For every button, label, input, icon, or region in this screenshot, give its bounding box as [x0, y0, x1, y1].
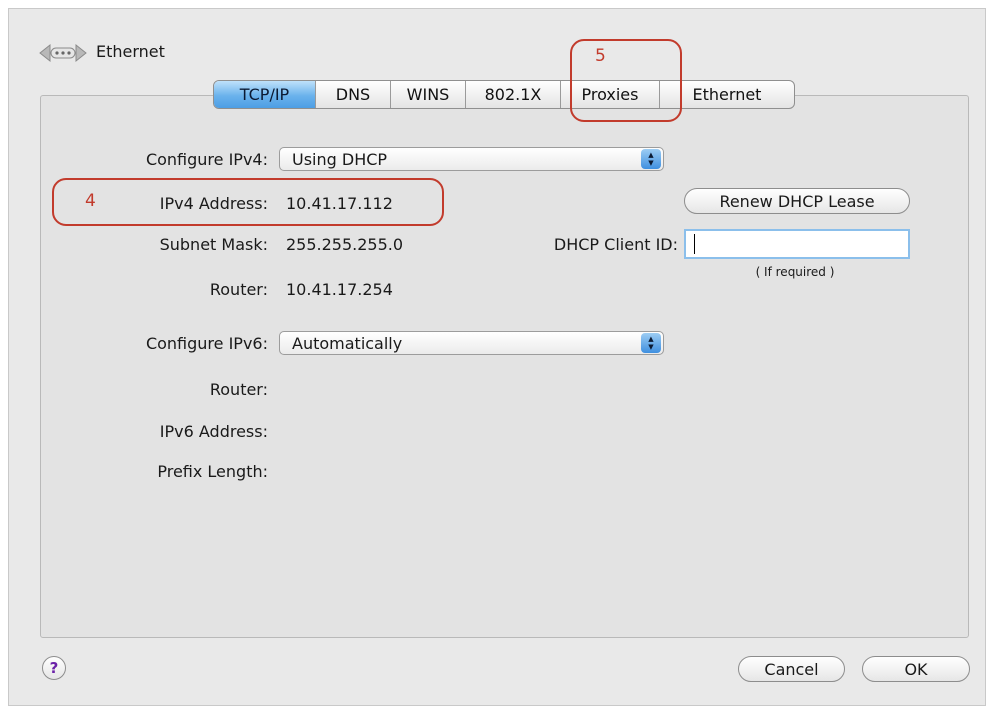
cancel-button[interactable]: Cancel	[738, 656, 845, 682]
text-caret	[694, 234, 695, 254]
configure-ipv6-value: Automatically	[292, 334, 403, 353]
network-back-icon[interactable]	[38, 42, 88, 64]
page-title: Ethernet	[96, 42, 165, 61]
annotation-proxies-box	[570, 39, 682, 122]
ipv4-router-value: 10.41.17.254	[286, 280, 393, 299]
select-arrows-icon: ▲ ▼	[641, 149, 661, 169]
renew-dhcp-lease-button[interactable]: Renew DHCP Lease	[684, 188, 910, 214]
tab-wins[interactable]: WINS	[391, 81, 466, 108]
dhcp-client-id-input[interactable]	[684, 229, 910, 259]
annotation-number-4: 4	[85, 191, 96, 211]
tab-8021x[interactable]: 802.1X	[466, 81, 561, 108]
configure-ipv6-label: Configure IPv6:	[145, 334, 268, 353]
prefix-length-label: Prefix Length:	[157, 462, 268, 481]
configure-ipv4-value: Using DHCP	[292, 150, 388, 169]
dhcp-client-id-hint: ( If required )	[755, 265, 835, 279]
subnet-mask-label: Subnet Mask:	[159, 235, 268, 254]
ipv6-router-label: Router:	[209, 380, 268, 399]
settings-panel	[40, 95, 969, 638]
configure-ipv6-select[interactable]: Automatically ▲ ▼	[279, 331, 664, 355]
ok-button[interactable]: OK	[862, 656, 970, 682]
ipv6-address-label: IPv6 Address:	[159, 422, 268, 441]
configure-ipv4-select[interactable]: Using DHCP ▲ ▼	[279, 147, 664, 171]
subnet-mask-value: 255.255.255.0	[286, 235, 404, 254]
help-button[interactable]: ?	[42, 656, 66, 680]
configure-ipv4-label: Configure IPv4:	[145, 150, 268, 169]
tab-bar: TCP/IP DNS WINS 802.1X Proxies Ethernet	[213, 80, 795, 109]
tab-dns[interactable]: DNS	[316, 81, 391, 108]
annotation-number-5: 5	[595, 46, 606, 66]
select-arrows-icon: ▲ ▼	[641, 333, 661, 353]
annotation-ipv4-box	[52, 178, 444, 226]
dhcp-client-id-label: DHCP Client ID:	[553, 235, 678, 254]
ipv4-router-label: Router:	[209, 280, 268, 299]
tab-tcpip[interactable]: TCP/IP	[214, 81, 316, 108]
